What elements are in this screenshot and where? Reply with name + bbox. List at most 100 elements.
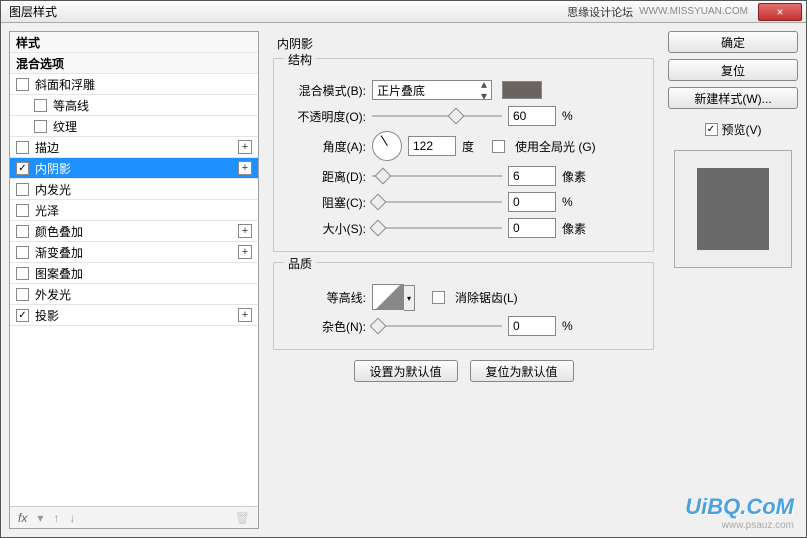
chevron-down-icon[interactable]: ▾ (404, 285, 415, 311)
blend-mode-label: 混合模式(B): (284, 82, 366, 99)
style-label: 斜面和浮雕 (35, 76, 95, 93)
style-item[interactable]: 渐变叠加 + (10, 242, 258, 263)
make-default-button[interactable]: 设置为默认值 (354, 360, 458, 382)
add-instance-icon[interactable]: + (238, 308, 252, 322)
style-label: 内发光 (35, 181, 71, 198)
fx-menu[interactable]: fx (18, 511, 27, 525)
distance-label: 距离(D): (284, 168, 366, 185)
quality-group: 品质 等高线: ▾ 消除锯齿(L) 杂色(N): 0 % (273, 262, 654, 350)
angle-dial[interactable] (372, 131, 402, 161)
style-checkbox[interactable] (16, 288, 29, 301)
size-unit: 像素 (562, 220, 586, 237)
style-label: 颜色叠加 (35, 223, 83, 240)
angle-label: 角度(A): (284, 138, 366, 155)
shadow-color-swatch[interactable] (502, 81, 542, 99)
global-light-checkbox[interactable] (492, 140, 505, 153)
style-checkbox[interactable]: ✓ (16, 162, 29, 175)
watermark: UiBQ.CoM www.psauz.com (685, 494, 794, 531)
structure-legend: 结构 (284, 51, 316, 68)
new-style-button[interactable]: 新建样式(W)... (668, 87, 798, 109)
panel-title: 内阴影 (277, 35, 654, 52)
style-checkbox[interactable] (34, 120, 47, 133)
add-instance-icon[interactable]: + (238, 224, 252, 238)
opacity-slider[interactable] (372, 109, 502, 123)
brand-url: WWW.MISSYUAN.COM (639, 6, 748, 17)
style-label: 渐变叠加 (35, 244, 83, 261)
style-checkbox[interactable] (16, 141, 29, 154)
style-item[interactable]: 图案叠加 (10, 263, 258, 284)
select-arrows-icon: ▴▾ (481, 78, 487, 102)
close-icon: × (776, 5, 783, 19)
global-light-label: 使用全局光 (G) (515, 138, 596, 155)
style-item[interactable]: ✓ 内阴影 + (10, 158, 258, 179)
contour-picker[interactable]: ▾ (372, 284, 404, 310)
size-slider[interactable] (372, 221, 502, 235)
blend-mode-select[interactable]: 正片叠底 ▴▾ (372, 80, 492, 100)
style-label: 外发光 (35, 286, 71, 303)
dialog-actions: 确定 复位 新建样式(W)... ✓ 预览(V) (668, 31, 798, 529)
style-item[interactable]: 光泽 (10, 200, 258, 221)
style-checkbox[interactable] (16, 225, 29, 238)
move-up-icon[interactable]: ↑ (53, 511, 59, 525)
style-item[interactable]: 纹理 (10, 116, 258, 137)
style-item[interactable]: 外发光 (10, 284, 258, 305)
add-instance-icon[interactable]: + (238, 245, 252, 259)
styles-sidebar: 样式混合选项斜面和浮雕等高线纹理描边 + ✓ 内阴影 + 内发光光泽颜色叠加 + 渐变叠加 + 图… (9, 31, 259, 529)
sidebar-footer: fx ▾ ↑ ↓ 🗑 (10, 506, 258, 528)
style-item[interactable]: 颜色叠加 + (10, 221, 258, 242)
close-button[interactable]: × (758, 3, 802, 21)
choke-input[interactable]: 0 (508, 192, 556, 212)
distance-input[interactable]: 6 (508, 166, 556, 186)
opacity-input[interactable]: 60 (508, 106, 556, 126)
opacity-label: 不透明度(O): (284, 108, 366, 125)
choke-slider[interactable] (372, 195, 502, 209)
distance-unit: 像素 (562, 168, 586, 185)
style-item[interactable]: 内发光 (10, 179, 258, 200)
add-instance-icon[interactable]: + (238, 140, 252, 154)
noise-input[interactable]: 0 (508, 316, 556, 336)
angle-unit: 度 (462, 138, 486, 155)
style-item[interactable]: 等高线 (10, 95, 258, 116)
distance-slider[interactable] (372, 169, 502, 183)
noise-slider[interactable] (372, 319, 502, 333)
style-item[interactable]: ✓投影+ (10, 305, 258, 326)
style-checkbox[interactable] (16, 267, 29, 280)
style-label: 等高线 (53, 97, 89, 114)
quality-legend: 品质 (284, 255, 316, 272)
brand-text: 思缘设计论坛 (567, 4, 633, 20)
preview-thumbnail (674, 150, 792, 268)
move-down-icon[interactable]: ↓ (69, 511, 75, 525)
style-checkbox[interactable]: ✓ (16, 309, 29, 322)
preview-checkbox[interactable]: ✓ (705, 123, 718, 136)
style-checkbox[interactable] (16, 246, 29, 259)
style-item[interactable]: 描边 + (10, 137, 258, 158)
layer-style-dialog: 图层样式 思缘设计论坛 WWW.MISSYUAN.COM × 样式混合选项斜面和… (0, 0, 807, 538)
style-label: 光泽 (35, 202, 59, 219)
trash-icon[interactable]: 🗑 (235, 511, 250, 525)
style-checkbox[interactable] (34, 99, 47, 112)
opacity-unit: % (562, 109, 586, 123)
style-label: 内阴影 (35, 160, 71, 177)
blend-options-header: 混合选项 (10, 53, 258, 74)
ok-button[interactable]: 确定 (668, 31, 798, 53)
style-checkbox[interactable] (16, 78, 29, 91)
size-label: 大小(S): (284, 220, 366, 237)
style-checkbox[interactable] (16, 183, 29, 196)
contour-label: 等高线: (284, 289, 366, 306)
noise-label: 杂色(N): (284, 318, 366, 335)
reset-default-button[interactable]: 复位为默认值 (470, 360, 574, 382)
choke-unit: % (562, 195, 586, 209)
titlebar[interactable]: 图层样式 思缘设计论坛 WWW.MISSYUAN.COM × (1, 1, 806, 23)
add-instance-icon[interactable]: + (238, 161, 252, 175)
choke-label: 阻塞(C): (284, 194, 366, 211)
style-label: 纹理 (53, 118, 77, 135)
style-label: 描边 (35, 139, 59, 156)
noise-unit: % (562, 319, 586, 333)
antialias-checkbox[interactable] (432, 291, 445, 304)
angle-input[interactable]: 122 (408, 136, 456, 156)
style-item[interactable]: 斜面和浮雕 (10, 74, 258, 95)
size-input[interactable]: 0 (508, 218, 556, 238)
styles-header: 样式 (10, 32, 258, 53)
reset-button[interactable]: 复位 (668, 59, 798, 81)
style-checkbox[interactable] (16, 204, 29, 217)
